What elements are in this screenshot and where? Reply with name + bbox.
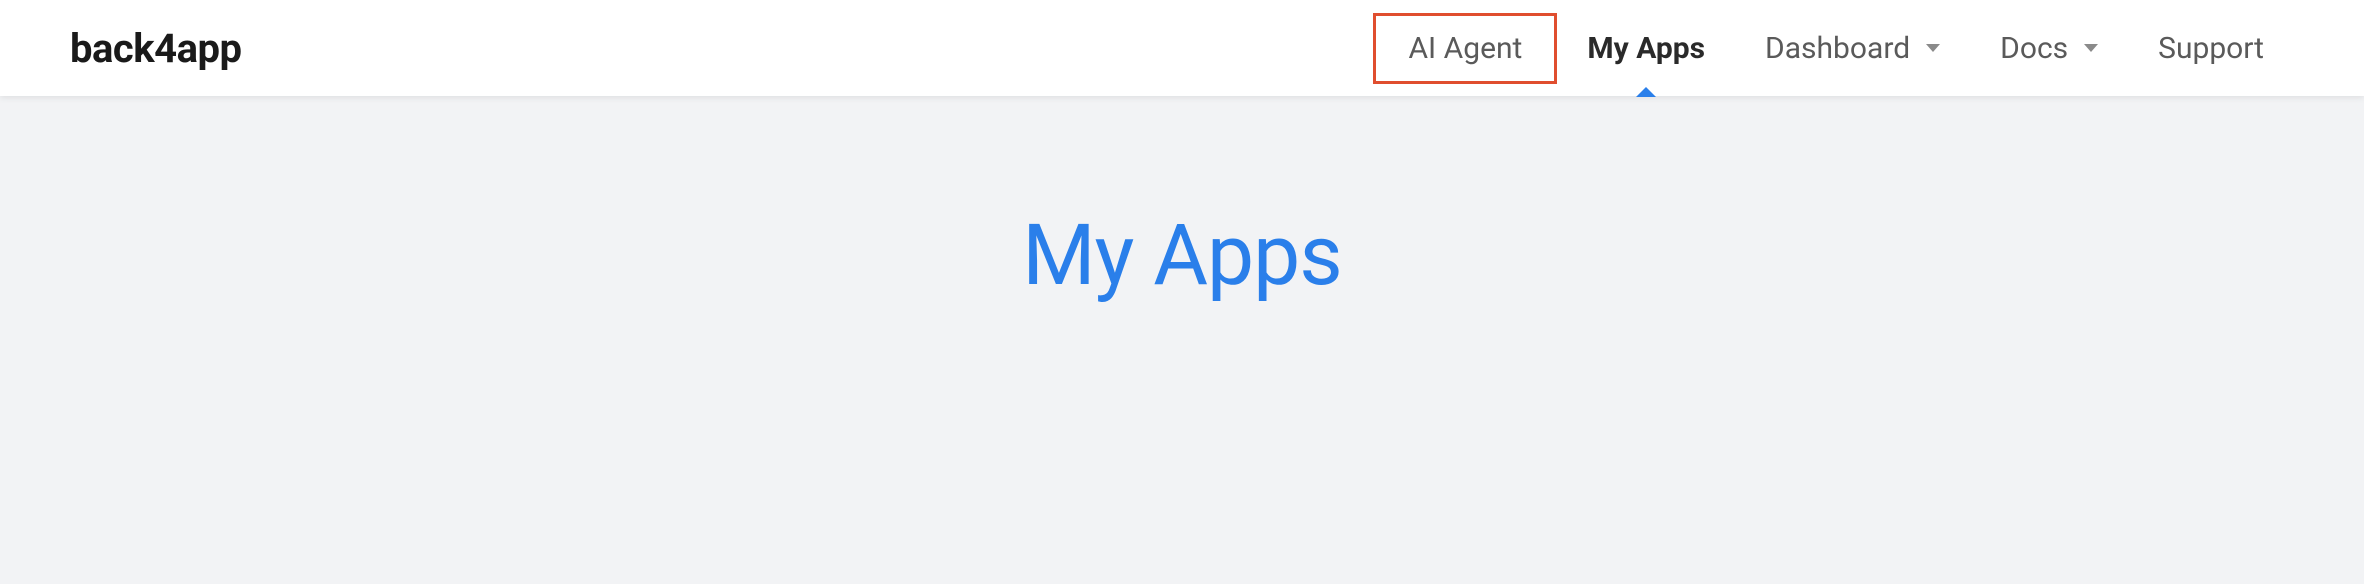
main-content: My Apps: [0, 96, 2364, 305]
nav-support[interactable]: Support: [2128, 0, 2294, 96]
nav-docs[interactable]: Docs: [1970, 0, 2128, 96]
nav-dashboard[interactable]: Dashboard: [1735, 0, 1970, 96]
nav-docs-label: Docs: [2000, 31, 2068, 66]
nav-dashboard-label: Dashboard: [1765, 31, 1910, 66]
logo[interactable]: back4app: [70, 25, 241, 72]
nav-support-label: Support: [2158, 31, 2264, 66]
nav-ai-agent[interactable]: AI Agent: [1373, 13, 1557, 84]
header: back4app AI Agent My Apps Dashboard Docs…: [0, 0, 2364, 96]
nav-my-apps[interactable]: My Apps: [1557, 0, 1735, 96]
nav-my-apps-label: My Apps: [1587, 31, 1705, 66]
caret-down-icon: [2084, 44, 2098, 52]
nav-ai-agent-label: AI Agent: [1408, 31, 1522, 66]
caret-down-icon: [1926, 44, 1940, 52]
top-nav: AI Agent My Apps Dashboard Docs Support: [1373, 0, 2294, 96]
page-title: My Apps: [0, 206, 2364, 305]
